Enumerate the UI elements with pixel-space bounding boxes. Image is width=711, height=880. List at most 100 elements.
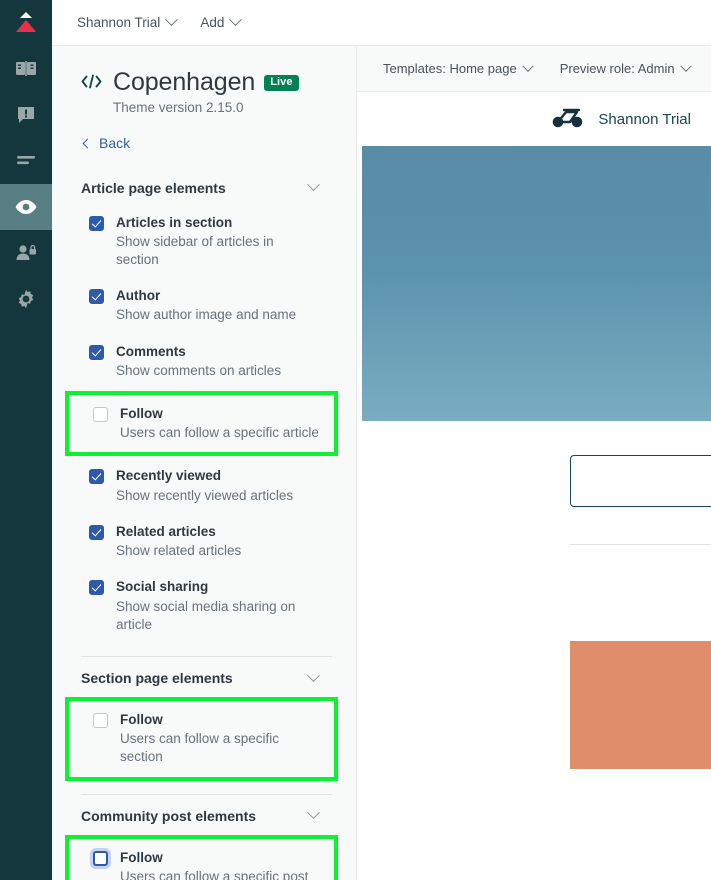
preview-toolbar: Templates: Home page Preview role: Admin bbox=[357, 46, 711, 92]
user-lock-icon bbox=[15, 244, 37, 262]
chevron-down-icon bbox=[522, 60, 534, 72]
top-navigation-bar: Shannon Trial Add bbox=[52, 0, 711, 46]
setting-option-label: Recently viewed bbox=[116, 468, 222, 484]
chevron-down-icon bbox=[229, 13, 243, 27]
highlight-box: Follow Users can follow a specific articl… bbox=[65, 391, 338, 457]
checkbox[interactable] bbox=[93, 850, 108, 866]
checkbox[interactable] bbox=[89, 524, 104, 540]
setting-option-row[interactable]: Related articles Show related articles bbox=[81, 514, 332, 569]
page-title: Copenhagen bbox=[113, 68, 256, 96]
setting-option-description: Show sidebar of articles in section bbox=[116, 233, 274, 267]
chevron-down-icon bbox=[307, 806, 320, 820]
sidebar-item-settings[interactable] bbox=[0, 276, 52, 322]
setting-option-row[interactable]: Comments Show comments on articles bbox=[81, 334, 332, 389]
gear-icon bbox=[16, 289, 36, 309]
zendesk-logo-icon[interactable] bbox=[0, 0, 52, 46]
chevron-down-icon bbox=[307, 178, 320, 192]
chevron-down-icon bbox=[679, 60, 692, 72]
app-root: Shannon Trial Add Copenhagen Live Theme … bbox=[0, 0, 711, 880]
brand-dropdown-label: Shannon Trial bbox=[77, 15, 161, 30]
sidebar-item-arrange-content[interactable] bbox=[0, 138, 52, 184]
theme-header: Copenhagen Live Theme version 2.15.0 bbox=[81, 68, 332, 115]
back-link[interactable]: Back bbox=[82, 135, 131, 151]
hero-image bbox=[362, 146, 711, 421]
setting-option-row[interactable]: Articles in section Show sidebar of artic… bbox=[81, 205, 332, 279]
search-input[interactable]: New bbox=[570, 455, 711, 507]
bicycle-logo-icon bbox=[551, 106, 585, 133]
checkbox[interactable] bbox=[93, 713, 108, 728]
setting-option-description: Show author image and name bbox=[116, 307, 297, 323]
eye-icon bbox=[14, 199, 38, 215]
code-brackets-icon bbox=[81, 74, 102, 94]
setting-option-label: Comments bbox=[116, 343, 186, 359]
promo-block bbox=[570, 641, 711, 769]
setting-option-description: Show social media sharing on article bbox=[116, 598, 296, 632]
chevron-down-icon bbox=[307, 668, 320, 682]
setting-option-description: Show related articles bbox=[116, 543, 242, 559]
setting-option-description: Users can follow a specific article bbox=[120, 425, 319, 441]
sidebar-item-knowledge[interactable] bbox=[0, 46, 52, 92]
checkbox[interactable] bbox=[89, 344, 104, 360]
list-lines-icon bbox=[15, 154, 37, 168]
preview-role-dropdown[interactable]: Preview role: Admin bbox=[559, 60, 692, 76]
checkbox[interactable] bbox=[89, 469, 104, 485]
add-dropdown-label: Add bbox=[200, 15, 225, 30]
templates-dropdown-label: Templates: Home page bbox=[383, 61, 517, 76]
chevron-down-icon bbox=[165, 13, 179, 27]
setting-option-label: Social sharing bbox=[116, 579, 209, 595]
site-brand-name: Shannon Trial bbox=[598, 110, 691, 128]
highlight-box: Follow Users can follow a specific post bbox=[65, 834, 338, 880]
setting-option-label: Follow bbox=[120, 849, 163, 865]
checkbox[interactable] bbox=[89, 289, 104, 305]
theme-settings-panel: Copenhagen Live Theme version 2.15.0 Bac… bbox=[52, 46, 357, 880]
section-title: Community post elements bbox=[81, 807, 257, 824]
setting-option-row[interactable]: Recently viewed Show recently viewed arti… bbox=[81, 458, 332, 513]
global-nav-rail bbox=[0, 0, 52, 880]
setting-option-row[interactable]: Social sharing Show social media sharing … bbox=[81, 569, 332, 643]
setting-option-description: Show comments on articles bbox=[116, 362, 282, 378]
speech-alert-icon bbox=[16, 105, 36, 125]
setting-option-label: Follow bbox=[120, 712, 163, 727]
sidebar-item-user-permissions[interactable] bbox=[0, 230, 52, 276]
search-row: New bbox=[357, 421, 711, 507]
checkbox[interactable] bbox=[89, 580, 104, 596]
chevron-left-icon bbox=[82, 138, 93, 148]
setting-option-row[interactable]: Follow Users can follow a specific articl… bbox=[85, 395, 328, 452]
back-link-label: Back bbox=[99, 135, 131, 151]
main-column: Shannon Trial Add Copenhagen Live Theme … bbox=[52, 0, 711, 880]
status-badge: Live bbox=[264, 74, 299, 91]
settings-sections: Article page elements Articles in section… bbox=[65, 171, 338, 880]
add-dropdown[interactable]: Add bbox=[188, 0, 252, 46]
setting-option-description: Show recently viewed articles bbox=[116, 487, 294, 503]
sidebar-item-customize-design[interactable] bbox=[0, 184, 52, 230]
setting-option-label: Articles in section bbox=[116, 214, 233, 230]
section-divider bbox=[81, 656, 332, 657]
theme-preview-pane: Templates: Home page Preview role: Admin bbox=[357, 46, 711, 880]
setting-option-row[interactable]: Author Show author image and name bbox=[81, 278, 332, 333]
setting-option-row[interactable]: Follow Users can follow a specific sectio… bbox=[85, 701, 328, 777]
setting-option-label: Author bbox=[116, 288, 161, 304]
setting-option-row[interactable]: Follow Users can follow a specific post bbox=[85, 839, 328, 880]
templates-dropdown[interactable]: Templates: Home page bbox=[383, 60, 534, 76]
setting-option-label: Follow bbox=[120, 406, 163, 422]
sidebar-item-announcements[interactable] bbox=[0, 92, 52, 138]
theme-version-text: Theme version 2.15.0 bbox=[113, 100, 244, 115]
section-header[interactable]: Community post elements bbox=[81, 799, 332, 833]
section-header[interactable]: Section page elements bbox=[81, 661, 332, 695]
content-block-row bbox=[357, 545, 711, 769]
section-title: Article page elements bbox=[81, 179, 226, 196]
site-header: Shannon Trial bbox=[357, 92, 711, 146]
checkbox[interactable] bbox=[93, 407, 108, 423]
highlight-box: Follow Users can follow a specific sectio… bbox=[65, 697, 338, 781]
setting-option-description: Users can follow a specific post bbox=[120, 868, 309, 880]
section-title: Section page elements bbox=[81, 670, 233, 686]
checkbox[interactable] bbox=[89, 215, 104, 231]
brand-dropdown[interactable]: Shannon Trial bbox=[65, 0, 188, 46]
setting-option-description: Users can follow a specific section bbox=[120, 731, 280, 765]
section-header[interactable]: Article page elements bbox=[81, 171, 332, 205]
section-divider bbox=[81, 793, 332, 795]
setting-option-label: Related articles bbox=[116, 523, 216, 539]
book-icon bbox=[15, 59, 37, 79]
preview-role-dropdown-label: Preview role: Admin bbox=[559, 61, 675, 76]
preview-site: Shannon Trial New bbox=[357, 92, 711, 880]
